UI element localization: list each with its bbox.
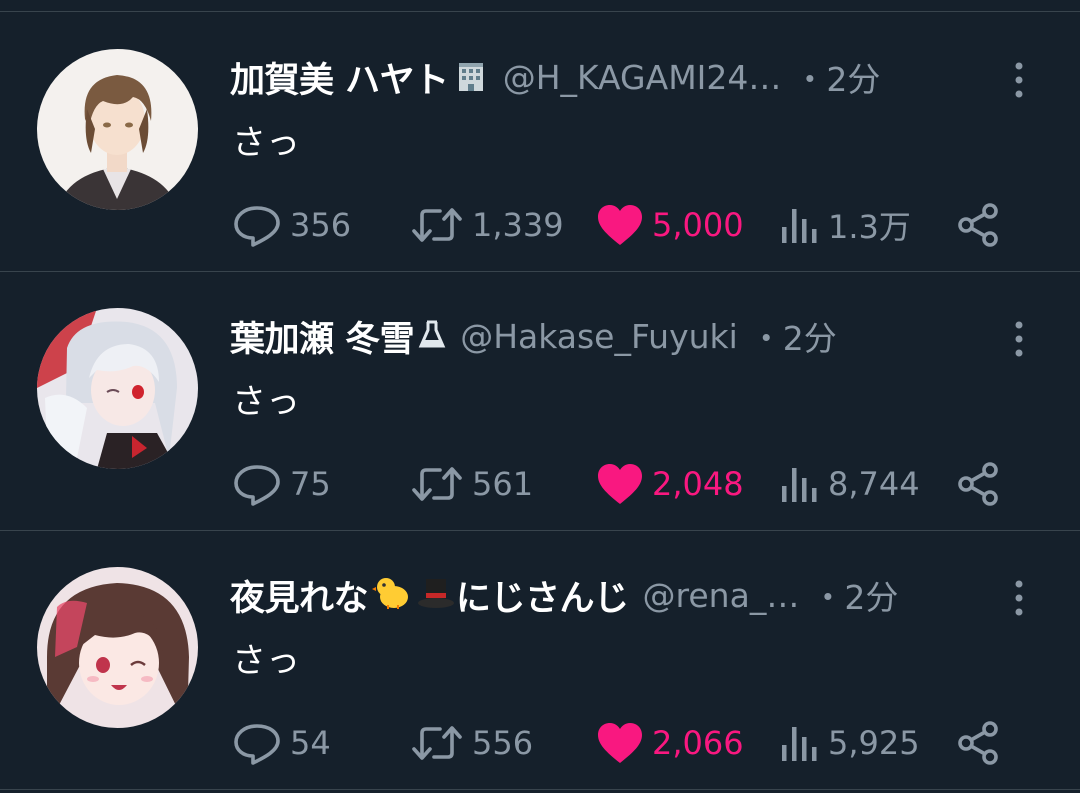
heart-icon [598, 723, 642, 763]
more-options-icon[interactable] [1006, 318, 1032, 360]
tweet-text: さっ [232, 123, 300, 163]
retweet-button[interactable]: 1,339 [410, 189, 564, 261]
avatar[interactable] [37, 49, 198, 210]
views-icon [782, 727, 817, 761]
views-icon [782, 209, 817, 243]
tweet-actions: 356 1,339 5,000 1.3万 [232, 189, 1032, 261]
more-options-icon[interactable] [1006, 577, 1032, 619]
view-count: 1.3万 [828, 208, 911, 246]
retweet-button[interactable]: 556 [410, 707, 533, 779]
tweet-actions: 75 561 2,048 8,744 [232, 448, 1032, 520]
like-button[interactable]: 5,000 [596, 189, 744, 261]
like-count: 5,000 [652, 206, 744, 244]
share-icon [958, 721, 998, 765]
flask-icon [418, 316, 446, 356]
like-button[interactable]: 2,066 [596, 707, 744, 779]
timestamp[interactable]: ・2分 [793, 53, 880, 101]
views-button[interactable]: 8,744 [778, 448, 920, 520]
retweet-count: 1,339 [472, 206, 564, 244]
user-handle[interactable]: @Hakase_Fuyuki [460, 317, 738, 356]
views-button[interactable]: 5,925 [778, 707, 920, 779]
share-button[interactable] [956, 189, 1002, 261]
tweet-divider [0, 789, 1080, 790]
tweet[interactable]: 加賀美 ハヤト @H_KAGAMI24… ・2分 さっ 356 1,339 5,… [0, 13, 1080, 272]
retweet-count: 561 [472, 465, 534, 503]
tweet[interactable]: 葉加瀬 冬雪 @Hakase_Fuyuki ・2分 さっ 75 561 2,04… [0, 272, 1080, 531]
views-button[interactable]: 1.3万 [778, 189, 911, 261]
view-count: 5,925 [828, 724, 920, 762]
like-count: 2,066 [652, 724, 744, 762]
share-button[interactable] [956, 707, 1002, 779]
reply-button[interactable]: 356 [232, 189, 351, 261]
retweet-count: 556 [472, 724, 534, 762]
tweet-header: 葉加瀬 冬雪 @Hakase_Fuyuki ・2分 [230, 310, 970, 362]
user-handle[interactable]: @rena_… [643, 576, 800, 615]
views-icon [782, 468, 817, 502]
timestamp[interactable]: ・2分 [750, 312, 837, 360]
reply-count: 54 [290, 724, 331, 762]
retweet-icon [412, 208, 462, 242]
tweet-text: さっ [232, 382, 300, 422]
heart-icon [598, 464, 642, 504]
like-count: 2,048 [652, 465, 744, 503]
more-options-icon[interactable] [1006, 59, 1032, 101]
top-hat-icon [416, 575, 456, 615]
office-building-icon [453, 57, 489, 97]
display-name[interactable]: 夜見れな [230, 570, 369, 621]
reply-button[interactable]: 75 [232, 448, 331, 520]
display-name[interactable]: 葉加瀬 冬雪 [230, 311, 415, 362]
avatar[interactable] [37, 308, 198, 469]
like-button[interactable]: 2,048 [596, 448, 744, 520]
tweet[interactable]: 夜見れな にじさんじ @rena_… ・2分 さっ 54 556 2,066 5… [0, 531, 1080, 790]
view-count: 8,744 [828, 465, 920, 503]
top-divider [0, 11, 1080, 12]
tweet-header: 加賀美 ハヤト @H_KAGAMI24… ・2分 [230, 51, 970, 103]
user-handle[interactable]: @H_KAGAMI24… [503, 58, 782, 97]
reply-count: 75 [290, 465, 331, 503]
retweet-icon [412, 726, 462, 760]
heart-icon [598, 205, 642, 245]
reply-icon [234, 465, 280, 506]
chick-icon [372, 575, 412, 615]
reply-icon [234, 724, 280, 765]
display-name[interactable]: 加賀美 ハヤト [230, 52, 449, 103]
retweet-icon [412, 467, 462, 501]
reply-count: 356 [290, 206, 352, 244]
share-button[interactable] [956, 448, 1002, 520]
tweet-header: 夜見れな にじさんじ @rena_… ・2分 [230, 569, 970, 621]
share-icon [958, 462, 998, 506]
timestamp[interactable]: ・2分 [811, 571, 898, 619]
tweet-text: さっ [232, 641, 300, 681]
retweet-button[interactable]: 561 [410, 448, 533, 520]
share-icon [958, 203, 998, 247]
reply-button[interactable]: 54 [232, 707, 331, 779]
display-name-suffix[interactable]: にじさんじ [456, 570, 629, 621]
reply-icon [234, 206, 280, 247]
avatar[interactable] [37, 567, 198, 728]
tweet-actions: 54 556 2,066 5,925 [232, 707, 1032, 779]
